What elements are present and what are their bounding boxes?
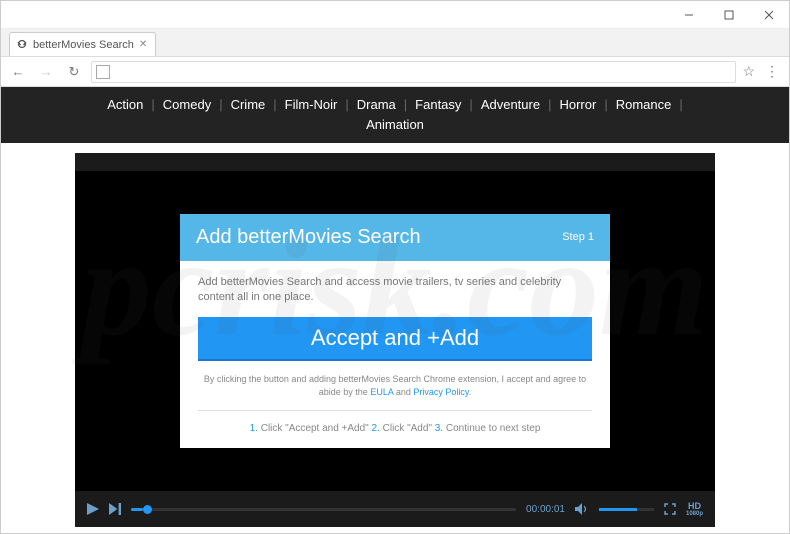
browser-menu-icon[interactable]: ⋮ <box>761 63 783 80</box>
legal-period: . <box>469 387 472 397</box>
tab-close-icon[interactable]: ✕ <box>139 39 147 50</box>
hd-badge[interactable]: HD 1080p <box>686 502 703 517</box>
card-description: Add betterMovies Search and access movie… <box>198 275 592 306</box>
page-body: Add betterMovies Search Step 1 Add bette… <box>1 143 789 527</box>
browser-toolbar: ← → ↻ ☆ ⋮ <box>1 57 789 87</box>
step-2-text: Click "Add" <box>380 423 435 434</box>
genre-link[interactable]: Comedy <box>159 95 215 115</box>
volume-fill <box>599 508 638 511</box>
genre-link[interactable]: Action <box>103 95 147 115</box>
genre-link[interactable]: Horror <box>555 95 600 115</box>
install-prompt-card: Add betterMovies Search Step 1 Add bette… <box>180 214 610 449</box>
separator: | <box>465 97 476 112</box>
address-bar[interactable] <box>91 61 736 83</box>
hd-res: 1080p <box>686 511 703 517</box>
legal-and: and <box>393 387 413 397</box>
window-maximize-button[interactable] <box>709 1 749 29</box>
install-steps: 1. Click "Accept and +Add" 2. Click "Add… <box>198 423 592 434</box>
eula-link[interactable]: EULA <box>370 387 393 397</box>
divider <box>198 410 592 411</box>
card-title: Add betterMovies Search <box>196 226 421 249</box>
window-close-button[interactable] <box>749 1 789 29</box>
player-controls: 00:00:01 HD 1080p <box>75 491 715 527</box>
card-body: Add betterMovies Search and access movie… <box>180 261 610 449</box>
legal-text: By clicking the button and adding better… <box>198 373 592 398</box>
genre-link[interactable]: Drama <box>353 95 400 115</box>
forward-button[interactable]: → <box>35 61 57 83</box>
window-titlebar <box>1 1 789 29</box>
back-button[interactable]: ← <box>7 61 29 83</box>
step-3-num: 3. <box>435 423 443 434</box>
separator: | <box>544 97 555 112</box>
card-step: Step 1 <box>562 231 594 243</box>
browser-tab[interactable]: betterMovies Search ✕ <box>9 32 156 56</box>
player-header <box>75 153 715 171</box>
separator: | <box>675 97 686 112</box>
card-header: Add betterMovies Search Step 1 <box>180 214 610 261</box>
next-button[interactable] <box>109 503 121 515</box>
bookmark-star-icon[interactable]: ☆ <box>742 63 755 80</box>
elapsed-time: 00:00:01 <box>526 504 565 515</box>
video-player: Add betterMovies Search Step 1 Add bette… <box>75 153 715 527</box>
page-icon <box>96 65 110 79</box>
reload-button[interactable]: ↻ <box>63 61 85 83</box>
tab-strip: betterMovies Search ✕ <box>1 29 789 57</box>
genre-link[interactable]: Animation <box>362 115 428 135</box>
window-minimize-button[interactable] <box>669 1 709 29</box>
genre-link[interactable]: Fantasy <box>411 95 465 115</box>
step-2-num: 2. <box>372 423 380 434</box>
separator: | <box>147 97 158 112</box>
step-1-num: 1. <box>250 423 258 434</box>
video-area: Add betterMovies Search Step 1 Add bette… <box>75 171 715 491</box>
separator: | <box>215 97 226 112</box>
privacy-policy-link[interactable]: Privacy Policy <box>413 387 468 397</box>
volume-icon[interactable] <box>575 503 589 515</box>
genre-link[interactable]: Crime <box>227 95 270 115</box>
step-3-text: Continue to next step <box>443 423 540 434</box>
genre-link[interactable]: Romance <box>612 95 676 115</box>
hd-label: HD <box>688 501 701 511</box>
play-button[interactable] <box>87 503 99 515</box>
seek-fill <box>131 508 143 511</box>
separator: | <box>600 97 611 112</box>
genre-link[interactable]: Adventure <box>477 95 544 115</box>
fullscreen-button[interactable] <box>664 503 676 515</box>
tab-title: betterMovies Search <box>33 39 134 51</box>
tab-favicon <box>16 39 28 51</box>
genre-navbar: Action|Comedy|Crime|Film-Noir|Drama|Fant… <box>1 87 789 143</box>
seek-bar[interactable] <box>131 508 516 511</box>
volume-slider[interactable] <box>599 508 654 511</box>
separator: | <box>341 97 352 112</box>
separator: | <box>400 97 411 112</box>
accept-add-button[interactable]: Accept and +Add <box>198 317 592 361</box>
separator: | <box>269 97 280 112</box>
step-1-text: Click "Accept and +Add" <box>258 423 372 434</box>
seek-knob[interactable] <box>143 505 152 514</box>
genre-link[interactable]: Film-Noir <box>281 95 342 115</box>
